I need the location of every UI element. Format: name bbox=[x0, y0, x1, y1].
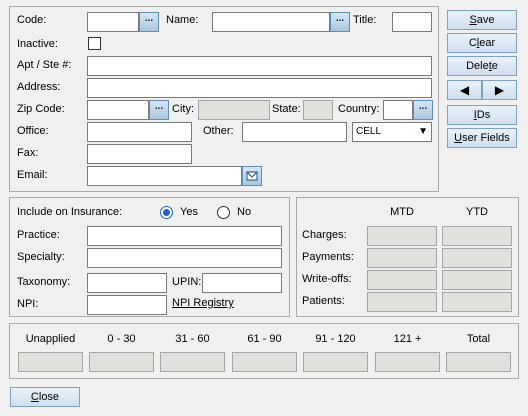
fax-label: Fax: bbox=[17, 147, 39, 159]
stats-row-label: Patients: bbox=[302, 295, 345, 307]
title-label: Title: bbox=[353, 14, 377, 26]
email-input[interactable] bbox=[87, 166, 242, 186]
specialty-input[interactable] bbox=[87, 248, 282, 268]
office-phone-input[interactable] bbox=[87, 122, 192, 142]
arrow-left-icon: ◀ bbox=[459, 83, 470, 97]
writeoffs-mtd-field bbox=[367, 270, 437, 290]
address-label: Address: bbox=[17, 81, 61, 93]
charges-mtd-field bbox=[367, 226, 437, 246]
practice-label: Practice: bbox=[17, 229, 60, 241]
patients-mtd-field bbox=[367, 292, 437, 312]
inactive-label: Inactive: bbox=[17, 38, 58, 50]
aging-header: Unapplied bbox=[25, 333, 76, 345]
include-yes-label[interactable]: Yes bbox=[180, 205, 198, 219]
city-label: City: bbox=[172, 103, 194, 115]
email-label: Email: bbox=[17, 169, 48, 181]
envelope-icon bbox=[246, 171, 258, 181]
phone-type-value: CELL bbox=[356, 126, 382, 137]
aging-0-30-field bbox=[89, 352, 154, 372]
include-insurance-label: Include on Insurance: bbox=[17, 206, 123, 218]
clear-button[interactable]: Clear bbox=[447, 33, 517, 53]
aging-total-field bbox=[446, 352, 511, 372]
previous-record-button[interactable]: ◀ bbox=[447, 80, 482, 100]
address-input[interactable] bbox=[87, 78, 432, 98]
ytd-header: YTD bbox=[466, 206, 488, 218]
charges-ytd-field bbox=[442, 226, 512, 246]
taxonomy-label: Taxonomy: bbox=[17, 276, 71, 288]
upin-label: UPIN: bbox=[172, 276, 202, 288]
taxonomy-input[interactable] bbox=[87, 273, 167, 293]
fax-input[interactable] bbox=[87, 144, 192, 164]
code-input[interactable] bbox=[87, 12, 139, 32]
npi-input[interactable] bbox=[87, 295, 167, 315]
aging-header: 31 - 60 bbox=[175, 333, 210, 345]
code-lookup-button[interactable]: ... bbox=[139, 12, 159, 32]
other-label: Other: bbox=[203, 125, 234, 137]
save-button[interactable]: Save bbox=[447, 10, 517, 30]
practice-input[interactable] bbox=[87, 226, 282, 246]
arrow-right-icon: ▶ bbox=[494, 83, 505, 97]
include-no-label[interactable]: No bbox=[237, 205, 251, 219]
stats-row-label: Charges: bbox=[302, 229, 347, 241]
contact-panel bbox=[9, 6, 439, 192]
aging-header: 121 + bbox=[393, 333, 422, 345]
other-phone-input[interactable] bbox=[242, 122, 347, 142]
apt-input[interactable] bbox=[87, 56, 432, 76]
next-record-button[interactable]: ▶ bbox=[482, 80, 517, 100]
npi-registry-link[interactable]: NPI Registry bbox=[172, 297, 234, 309]
send-email-button[interactable] bbox=[242, 166, 262, 186]
aging-61-90-field bbox=[232, 352, 297, 372]
aging-header: 0 - 30 bbox=[107, 333, 136, 345]
zip-input[interactable] bbox=[87, 100, 149, 120]
apt-label: Apt / Ste #: bbox=[17, 59, 72, 71]
city-field bbox=[198, 100, 270, 120]
country-lookup-button[interactable]: ... bbox=[413, 100, 433, 120]
writeoffs-ytd-field bbox=[442, 270, 512, 290]
aging-header: 91 - 120 bbox=[315, 333, 356, 345]
mtd-header: MTD bbox=[390, 206, 414, 218]
state-field bbox=[303, 100, 333, 120]
phone-type-select[interactable]: CELL ▼ bbox=[352, 122, 432, 142]
specialty-label: Specialty: bbox=[17, 251, 65, 263]
zip-label: Zip Code: bbox=[17, 103, 65, 115]
zip-lookup-button[interactable]: ... bbox=[149, 100, 169, 120]
aging-unapplied-field bbox=[18, 352, 83, 372]
include-yes-radio[interactable] bbox=[160, 206, 173, 219]
country-input[interactable] bbox=[383, 100, 413, 120]
include-no-radio[interactable] bbox=[217, 206, 230, 219]
aging-91-120-field bbox=[303, 352, 368, 372]
aging-header: Total bbox=[466, 333, 491, 345]
payments-mtd-field bbox=[367, 248, 437, 268]
upin-input[interactable] bbox=[202, 273, 282, 293]
user-fields-button[interactable]: User Fields bbox=[447, 128, 517, 148]
title-input[interactable] bbox=[392, 12, 432, 32]
name-label: Name: bbox=[166, 14, 199, 26]
delete-button[interactable]: Delete bbox=[447, 56, 517, 76]
name-input[interactable] bbox=[212, 12, 330, 32]
patients-ytd-field bbox=[442, 292, 512, 312]
npi-label: NPI: bbox=[17, 298, 39, 310]
stats-row-label: Payments: bbox=[302, 251, 354, 263]
country-label: Country: bbox=[338, 103, 380, 115]
payments-ytd-field bbox=[442, 248, 512, 268]
aging-31-60-field bbox=[160, 352, 225, 372]
office-label: Office: bbox=[17, 125, 49, 137]
aging-header: 61 - 90 bbox=[247, 333, 282, 345]
inactive-checkbox[interactable] bbox=[88, 37, 101, 50]
chevron-down-icon: ▼ bbox=[418, 126, 428, 137]
state-label: State: bbox=[272, 103, 301, 115]
aging-121-plus-field bbox=[375, 352, 440, 372]
stats-row-label: Write-offs: bbox=[302, 273, 352, 285]
ids-button[interactable]: IDs bbox=[447, 105, 517, 125]
code-label: Code: bbox=[17, 14, 47, 26]
name-lookup-button[interactable]: ... bbox=[330, 12, 350, 32]
close-button[interactable]: Close bbox=[10, 387, 80, 407]
